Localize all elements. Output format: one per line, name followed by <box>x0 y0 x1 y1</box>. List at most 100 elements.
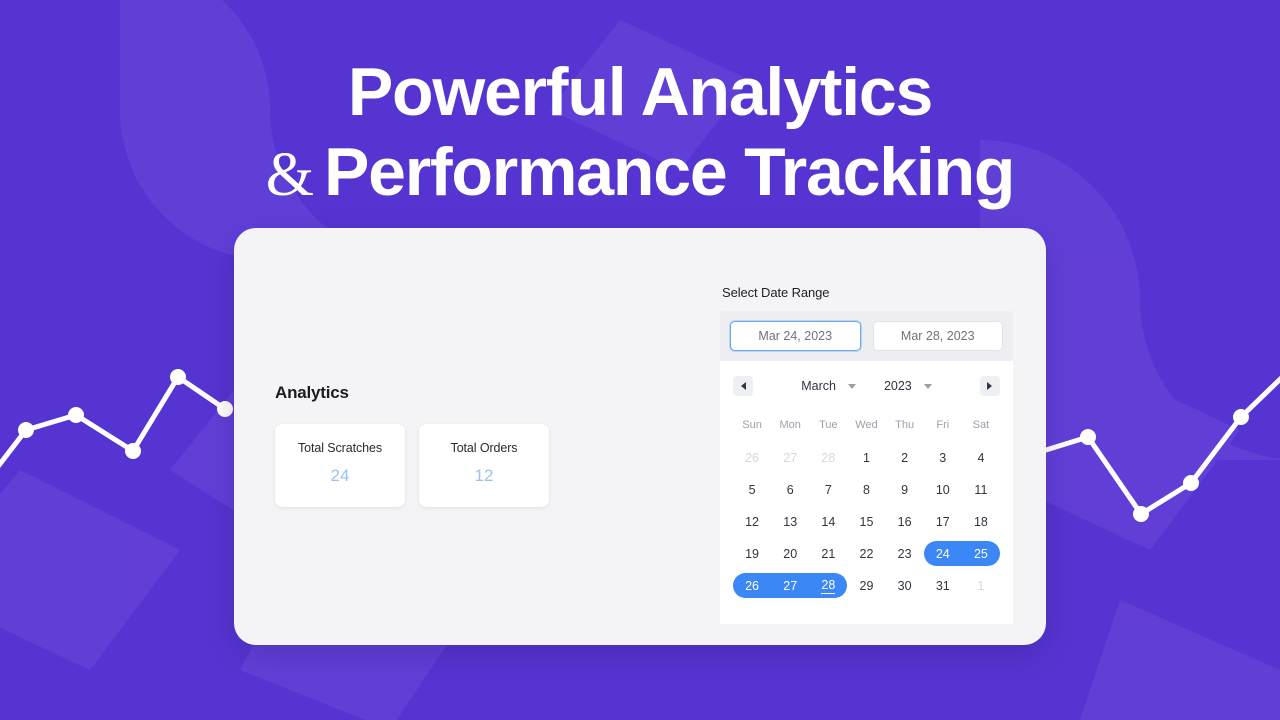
calendar-day-label: 1 <box>863 451 870 465</box>
weekday-label: Wed <box>855 419 878 431</box>
calendar-grid: 26 27 28 1 2 3 4 5 6 7 8 9 10 11 12 13 14 15 16 17 18 19 20 21 2… <box>733 442 1000 602</box>
calendar-day: 27 <box>771 442 809 474</box>
calendar-day-label: 19 <box>745 547 760 561</box>
calendar-day-label: 11 <box>974 483 988 497</box>
calendar-day[interactable]: 22 <box>847 538 885 570</box>
calendar-day-label: 26 <box>745 451 760 465</box>
calendar-day-label: 1 <box>977 579 985 593</box>
calendar-day: 26 <box>733 442 771 474</box>
calendar-day[interactable]: 10 <box>924 474 962 506</box>
calendar-day[interactable]: 9 <box>886 474 924 506</box>
calendar-day-label: 2 <box>901 451 909 465</box>
headline-line-1: Powerful Analytics <box>347 54 933 130</box>
calendar-week-row: 12 13 14 15 16 17 18 <box>733 506 1000 538</box>
weekday-header: Sun Mon Tue Wed Thu Fri Sat <box>733 415 1000 435</box>
calendar-day-label: 27 <box>783 451 798 465</box>
calendar-day[interactable]: 20 <box>771 538 809 570</box>
calendar-day[interactable]: 6 <box>771 474 809 506</box>
month-year-selects: March 2023 <box>801 379 932 393</box>
date-range-picker: Select Date Range Mar 24, 2023 Mar 28, 2… <box>720 285 1013 624</box>
weekday-label: Thu <box>895 419 915 431</box>
calendar-day[interactable]: 7 <box>809 474 847 506</box>
headline-line-2: & Performance Tracking <box>0 138 1280 206</box>
calendar-day-label: 3 <box>939 451 947 465</box>
calendar-day-label: 29 <box>859 579 874 593</box>
next-month-button[interactable] <box>979 376 1000 396</box>
stat-label: Total Orders <box>450 441 518 455</box>
calendar-day-label: 17 <box>935 515 950 529</box>
calendar-day[interactable]: 1 <box>847 442 885 474</box>
calendar-day[interactable]: 12 <box>733 506 771 538</box>
calendar-day-label: 15 <box>859 515 874 529</box>
chevron-down-icon <box>923 383 932 389</box>
calendar-day-label: 20 <box>783 547 798 561</box>
calendar-day[interactable]: 28 <box>809 570 847 602</box>
stat-value: 24 <box>330 466 350 485</box>
calendar-day-label: 23 <box>897 547 912 561</box>
calendar-day-label: 22 <box>859 547 874 561</box>
calendar-day-label: 18 <box>973 515 988 529</box>
calendar-day[interactable]: 19 <box>733 538 771 570</box>
calendar-day-label: 5 <box>748 483 756 497</box>
weekday-label: Tue <box>819 419 838 431</box>
calendar-nav: March 2023 <box>733 373 1000 399</box>
stat-value: 12 <box>474 466 494 485</box>
calendar-day[interactable]: 14 <box>809 506 847 538</box>
calendar-day[interactable]: 15 <box>847 506 885 538</box>
calendar-day-label: 8 <box>863 483 870 497</box>
calendar-day-label: 10 <box>935 483 950 497</box>
hero-headline: Powerful Analytics & Performance Tracking <box>0 58 1280 206</box>
calendar-day[interactable]: 17 <box>924 506 962 538</box>
calendar-week-row: 26 27 28 1 2 3 4 <box>733 442 1000 474</box>
calendar-day[interactable]: 23 <box>886 538 924 570</box>
calendar-day[interactable]: 11 <box>962 474 1000 506</box>
prev-month-button[interactable] <box>733 376 753 396</box>
calendar-day[interactable]: 3 <box>924 442 962 474</box>
stat-card-total-scratches[interactable]: Total Scratches 24 <box>275 424 405 507</box>
stat-card-total-orders[interactable]: Total Orders 12 <box>419 424 549 507</box>
calendar-day-label: 16 <box>897 515 912 529</box>
analytics-section: Analytics Total Scratches 24 Total Order… <box>275 383 595 507</box>
headline-line-2-text: Performance Tracking <box>323 134 1016 210</box>
end-date-input[interactable]: Mar 28, 2023 <box>872 321 1003 351</box>
left-chart-decoration <box>0 374 228 469</box>
calendar-week-row: 19 20 21 22 23 24 25 <box>733 538 1000 570</box>
calendar-day[interactable]: 13 <box>771 506 809 538</box>
calendar-day[interactable]: 21 <box>809 538 847 570</box>
calendar-day[interactable]: 18 <box>962 506 1000 538</box>
calendar-day[interactable]: 29 <box>847 570 885 602</box>
triangle-right-icon <box>987 382 993 390</box>
calendar-day[interactable]: 8 <box>847 474 885 506</box>
calendar-day[interactable]: 31 <box>924 570 962 602</box>
calendar-day[interactable]: 16 <box>886 506 924 538</box>
start-date-input[interactable]: Mar 24, 2023 <box>730 321 861 351</box>
weekday-label: Sun <box>742 419 762 431</box>
calendar-day[interactable]: 24 <box>924 538 962 570</box>
calendar-week-row: 5 6 7 8 9 10 11 <box>733 474 1000 506</box>
stat-card-row: Total Scratches 24 Total Orders 12 <box>275 424 595 507</box>
calendar-day[interactable]: 27 <box>771 570 809 602</box>
calendar-day-label: 12 <box>745 515 760 529</box>
calendar-day-label: 26 <box>745 579 760 593</box>
calendar-day[interactable]: 4 <box>962 442 1000 474</box>
calendar-day[interactable]: 25 <box>962 538 1000 570</box>
year-select[interactable]: 2023 <box>884 379 932 393</box>
weekday-label: Fri <box>936 419 950 431</box>
calendar-day[interactable]: 26 <box>733 570 771 602</box>
right-chart-decoration <box>1043 375 1280 517</box>
calendar-day[interactable]: 5 <box>733 474 771 506</box>
calendar-day[interactable]: 2 <box>886 442 924 474</box>
date-range-inputs: Mar 24, 2023 Mar 28, 2023 <box>720 311 1013 361</box>
stat-label: Total Scratches <box>298 441 382 455</box>
calendar-day-label: 4 <box>977 451 985 465</box>
calendar-day-label: 14 <box>821 515 836 529</box>
calendar-day: 1 <box>962 570 1000 602</box>
chevron-down-icon <box>847 383 856 389</box>
calendar-day-label: 7 <box>824 483 832 497</box>
month-select[interactable]: March <box>801 379 856 393</box>
date-range-label: Select Date Range <box>722 285 830 300</box>
month-label: March <box>801 379 836 393</box>
calendar-day[interactable]: 30 <box>886 570 924 602</box>
calendar-day-label: 24 <box>935 547 950 561</box>
calendar-day: 28 <box>809 442 847 474</box>
